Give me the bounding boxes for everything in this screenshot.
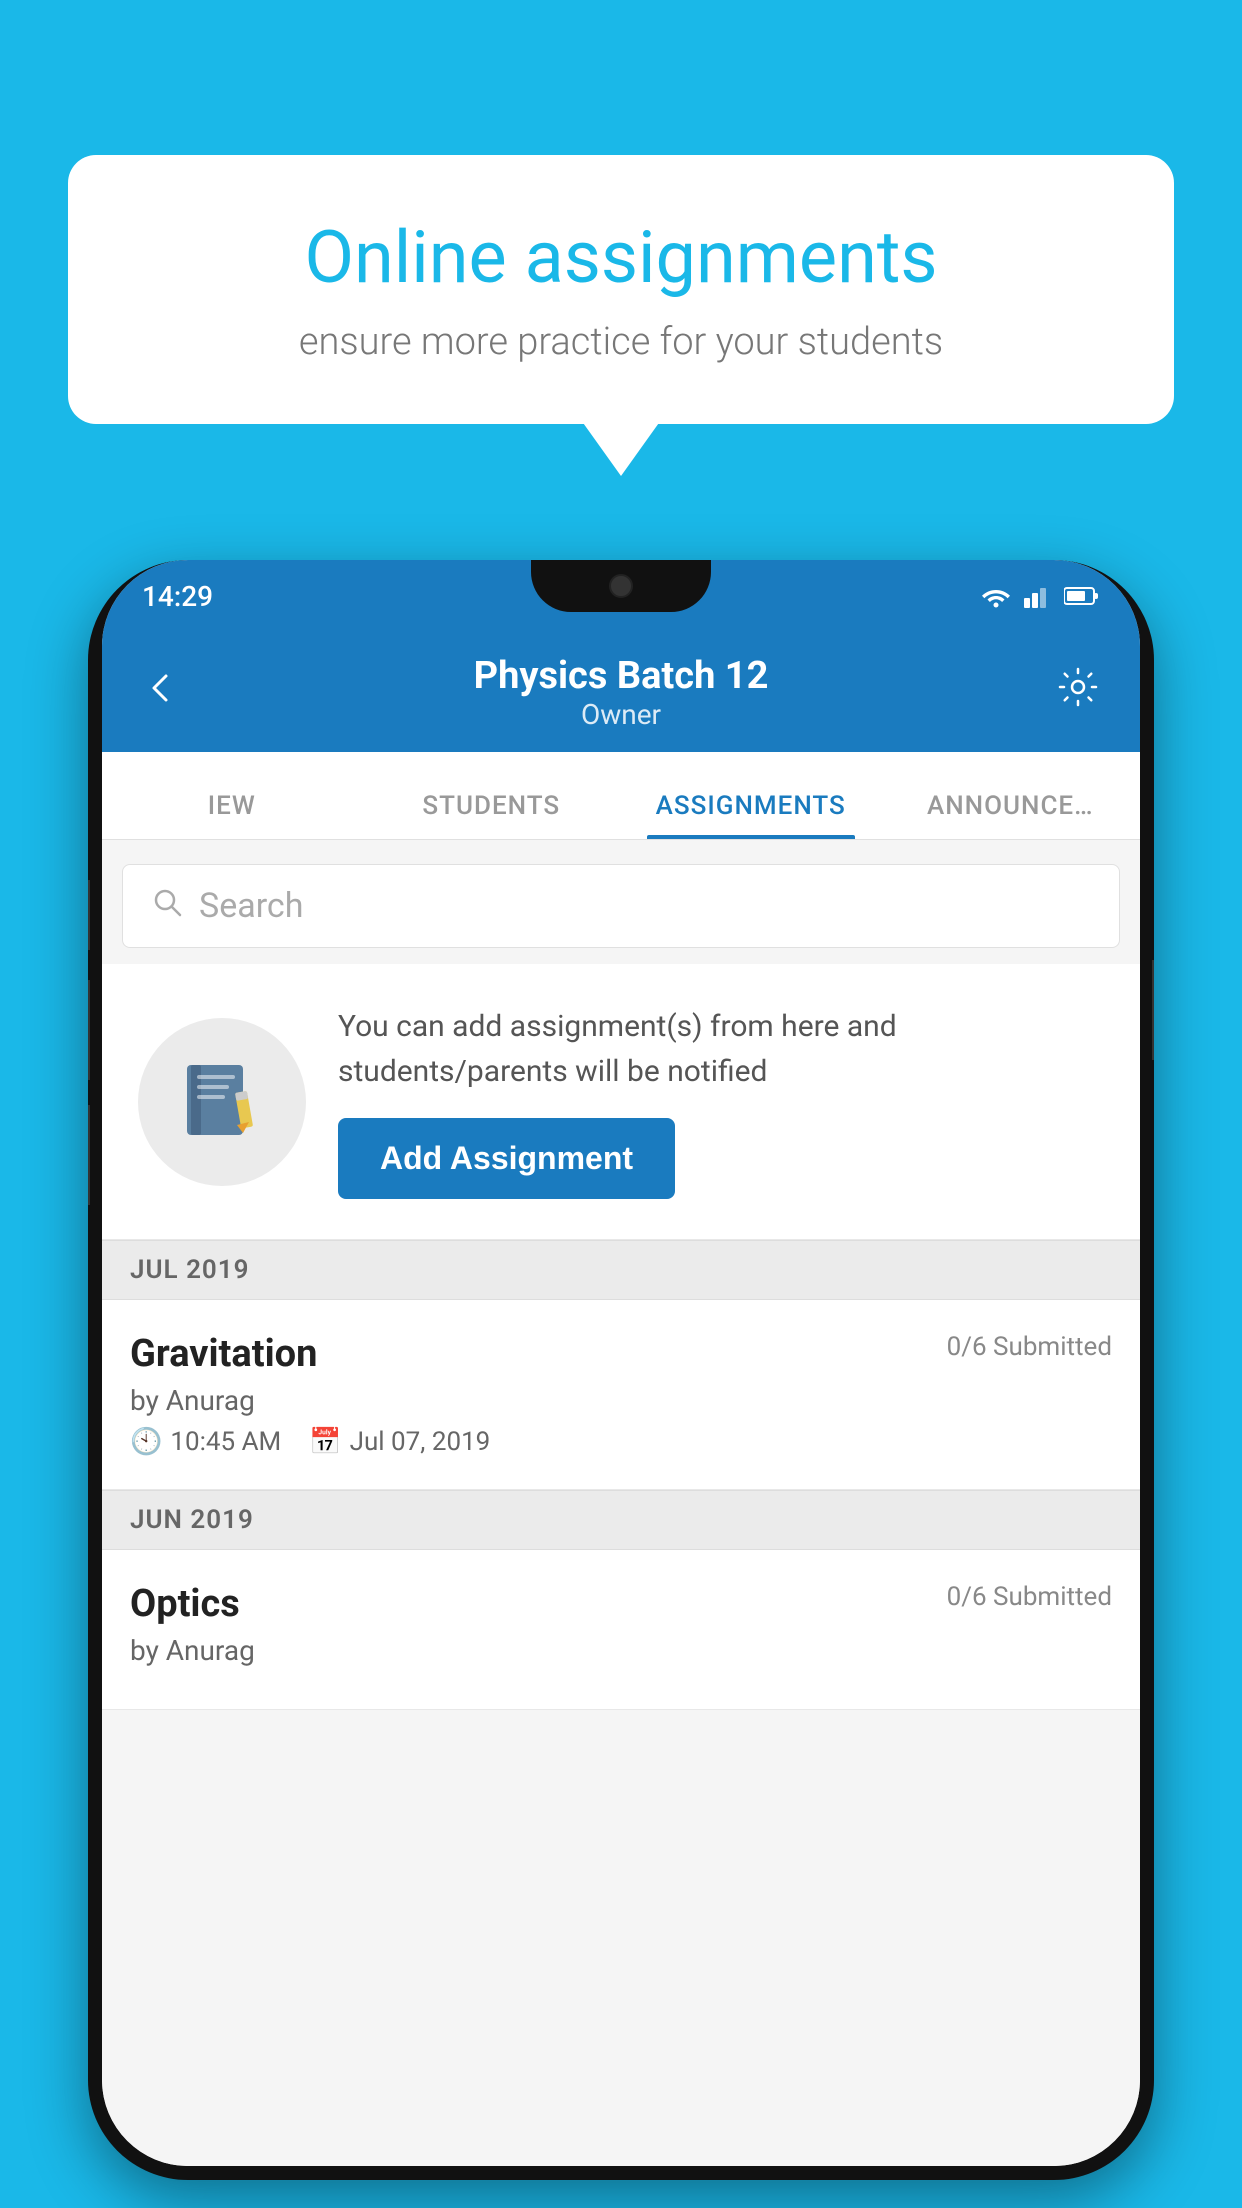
assignment-gravitation[interactable]: Gravitation 0/6 Submitted by Anurag 🕙 10… <box>102 1300 1140 1490</box>
battery-icon <box>1064 586 1100 606</box>
promo-description: You can add assignment(s) from here and … <box>338 1004 1104 1094</box>
section-jul-2019: JUL 2019 <box>102 1240 1140 1300</box>
tab-iew[interactable]: IEW <box>102 791 362 839</box>
volume-button-down <box>88 1105 90 1205</box>
header-title: Physics Batch 12 <box>474 654 769 698</box>
app-content: Search <box>102 840 1140 2166</box>
assignment-top-row: Gravitation 0/6 Submitted <box>130 1332 1112 1376</box>
back-button[interactable] <box>142 669 178 716</box>
assignment-submitted-optics: 0/6 Submitted <box>947 1582 1112 1612</box>
search-bar[interactable]: Search <box>122 864 1120 948</box>
promo-icon-circle <box>138 1018 306 1186</box>
promo-card: You can add assignment(s) from here and … <box>102 964 1140 1240</box>
notebook-icon <box>177 1057 267 1147</box>
assignment-title-optics: Optics <box>130 1582 240 1626</box>
volume-button-top <box>88 880 90 950</box>
tab-bar: IEW STUDENTS ASSIGNMENTS ANNOUNCE… <box>102 752 1140 840</box>
header-title-block: Physics Batch 12 Owner <box>474 654 769 731</box>
camera <box>609 574 633 598</box>
header-subtitle: Owner <box>474 698 769 731</box>
assignment-top-row-optics: Optics 0/6 Submitted <box>130 1582 1112 1626</box>
assignment-author: by Anurag <box>130 1384 1112 1417</box>
assignment-time: 🕙 10:45 AM <box>130 1427 281 1457</box>
promo-text-block: You can add assignment(s) from here and … <box>338 1004 1104 1199</box>
assignment-author-optics: by Anurag <box>130 1634 1112 1667</box>
calendar-icon: 📅 <box>309 1427 341 1457</box>
speech-bubble-title: Online assignments <box>148 215 1094 300</box>
phone-screen: 14:29 <box>102 560 1140 2166</box>
speech-bubble: Online assignments ensure more practice … <box>68 155 1174 424</box>
signal-icon <box>1024 584 1052 608</box>
assignment-meta: 🕙 10:45 AM 📅 Jul 07, 2019 <box>130 1427 1112 1457</box>
assignment-date: 📅 Jul 07, 2019 <box>309 1427 490 1457</box>
assignment-submitted: 0/6 Submitted <box>947 1332 1112 1362</box>
add-assignment-button[interactable]: Add Assignment <box>338 1118 675 1199</box>
app-header: Physics Batch 12 Owner <box>102 632 1140 752</box>
search-placeholder: Search <box>199 886 303 926</box>
volume-button-up <box>88 980 90 1080</box>
section-jun-2019: JUN 2019 <box>102 1490 1140 1550</box>
power-button <box>1152 960 1154 1060</box>
tab-announcements[interactable]: ANNOUNCE… <box>881 791 1141 839</box>
phone-notch <box>531 560 711 612</box>
phone-frame: 14:29 <box>88 560 1154 2180</box>
speech-bubble-subtitle: ensure more practice for your students <box>148 320 1094 364</box>
assignment-title: Gravitation <box>130 1332 317 1376</box>
tab-students[interactable]: STUDENTS <box>362 791 622 839</box>
status-icons <box>980 584 1100 608</box>
assignment-optics[interactable]: Optics 0/6 Submitted by Anurag <box>102 1550 1140 1710</box>
clock: 14:29 <box>142 580 213 613</box>
settings-button[interactable] <box>1056 665 1100 719</box>
clock-icon: 🕙 <box>130 1427 162 1457</box>
search-icon <box>151 885 183 927</box>
wifi-icon <box>980 584 1012 608</box>
tab-assignments[interactable]: ASSIGNMENTS <box>621 791 881 839</box>
